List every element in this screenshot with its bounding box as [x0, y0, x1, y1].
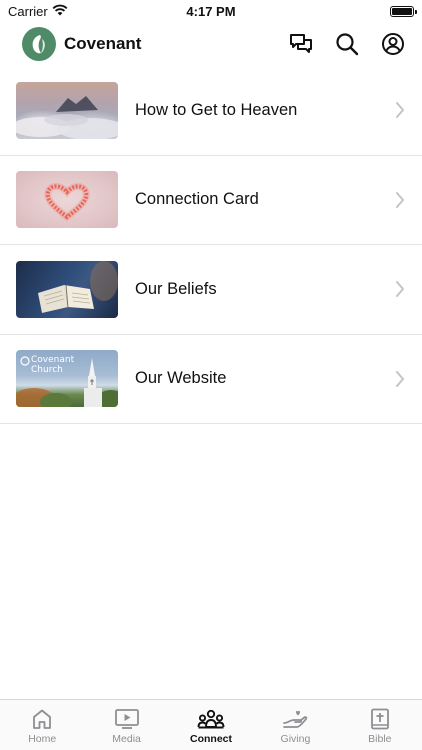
tab-media[interactable]: Media	[84, 700, 168, 750]
search-icon[interactable]	[334, 31, 360, 57]
app-logo[interactable]	[22, 27, 56, 61]
leaf-icon	[32, 35, 45, 54]
chevron-right-icon	[394, 100, 406, 120]
home-icon	[33, 709, 52, 729]
list-item-our-beliefs[interactable]: Our Beliefs	[0, 245, 422, 335]
list-item-label: Connection Card	[135, 190, 259, 209]
carrier-label: Carrier	[8, 3, 48, 19]
battery-icon	[390, 5, 417, 17]
list-item-how-to-get-to-heaven[interactable]: How to Get to Heaven	[0, 66, 422, 156]
list-item-our-website[interactable]: Covenant Church Our Website	[0, 335, 422, 424]
profile-icon[interactable]	[380, 31, 406, 57]
tab-label: Connect	[190, 733, 233, 745]
chevron-right-icon	[394, 369, 406, 389]
app-title: Covenant	[64, 34, 142, 53]
heaven-thumbnail	[16, 81, 118, 139]
tab-home[interactable]: Home	[0, 700, 84, 750]
tab-label: Giving	[280, 733, 311, 745]
connect-menu-list: How to Get to Heaven Connection Card Our…	[0, 66, 422, 424]
app-header: Covenant	[0, 22, 422, 66]
tab-label: Media	[112, 733, 141, 745]
list-item-label: Our Website	[135, 369, 227, 388]
beliefs-thumbnail	[16, 260, 118, 318]
list-item-label: Our Beliefs	[135, 279, 217, 298]
list-item-connection-card[interactable]: Connection Card	[0, 156, 422, 245]
list-item-label: How to Get to Heaven	[135, 100, 298, 119]
connect-icon	[197, 709, 225, 729]
status-bar: Carrier 4:17 PM	[0, 0, 422, 22]
website-thumbnail: Covenant Church	[16, 350, 118, 408]
status-time: 4:17 PM	[186, 4, 236, 19]
tab-bible[interactable]: Bible	[338, 700, 422, 750]
tab-giving[interactable]: Giving	[253, 700, 337, 750]
giving-icon	[283, 710, 308, 728]
chat-icon[interactable]	[288, 31, 314, 57]
tab-bar: Home Media Connect Giving Bible	[0, 699, 422, 750]
chevron-right-icon	[394, 190, 406, 210]
status-left: Carrier	[8, 4, 68, 19]
wifi-icon	[52, 4, 68, 19]
header-actions	[288, 31, 406, 57]
website-thumb-text-church: Church	[31, 365, 63, 376]
tab-label: Home	[28, 733, 57, 745]
tab-label: Bible	[368, 733, 392, 745]
tab-connect[interactable]: Connect	[169, 700, 253, 750]
website-thumb-text-covenant: Covenant	[31, 355, 75, 366]
bible-icon	[370, 708, 389, 730]
media-icon	[114, 709, 139, 729]
connection-card-thumbnail	[16, 171, 118, 229]
app-screen: Carrier 4:17 PM Covenant How to Get to H…	[0, 0, 422, 750]
chevron-right-icon	[394, 279, 406, 299]
